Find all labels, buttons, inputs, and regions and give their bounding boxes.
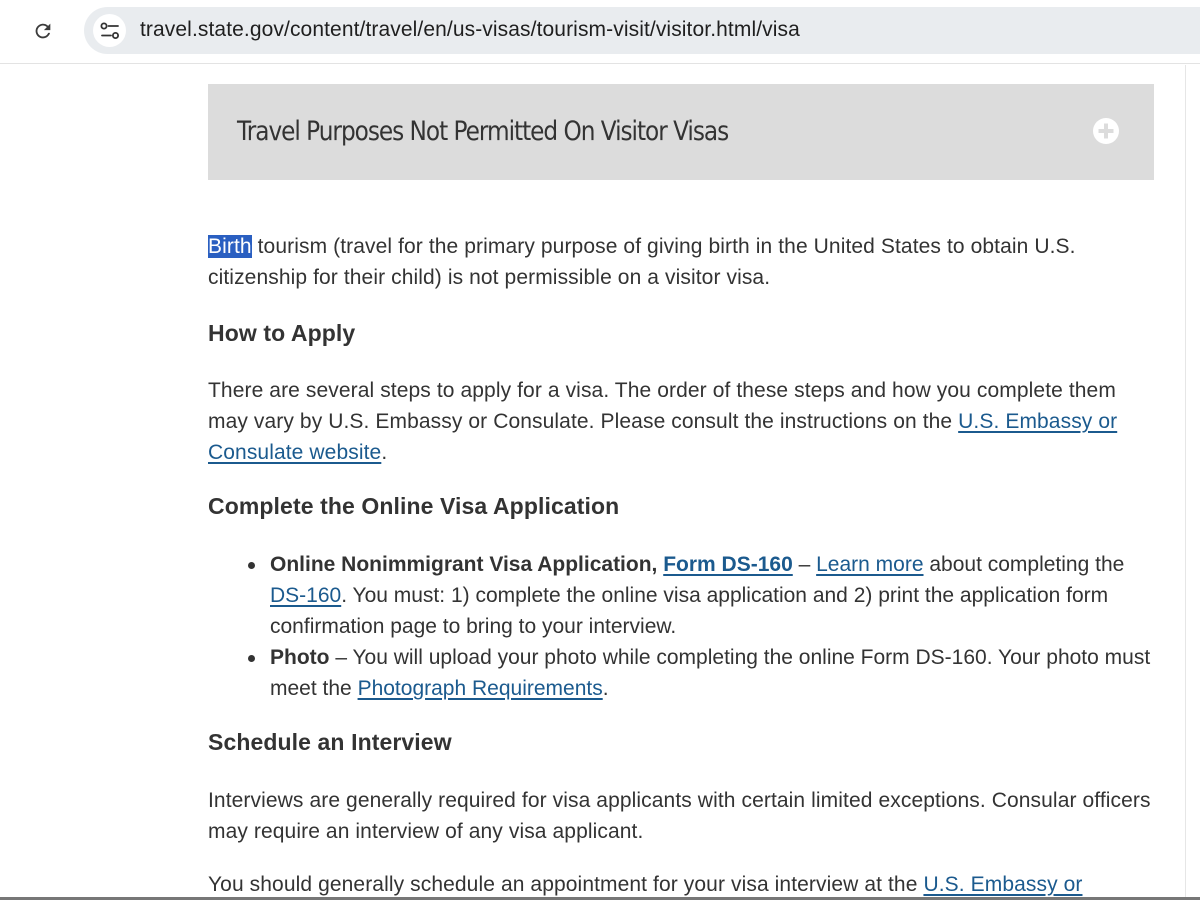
photograph-requirements-link[interactable]: Photograph Requirements: [358, 677, 603, 700]
birth-tourism-text: tourism (travel for the primary purpose …: [208, 235, 1076, 289]
application-steps-list: Online Nonimmigrant Visa Application, Fo…: [248, 549, 1160, 704]
ds160-text: . You must: 1) complete the online visa …: [270, 584, 1109, 638]
how-to-apply-paragraph: There are several steps to apply for a v…: [208, 375, 1158, 468]
birth-tourism-paragraph: Birth tourism (travel for the primary pu…: [208, 231, 1158, 293]
url-text[interactable]: travel.state.gov/content/travel/en/us-vi…: [140, 18, 800, 42]
interview-paragraph: Interviews are generally required for vi…: [208, 789, 1151, 843]
how-to-apply-end: .: [381, 441, 388, 464]
heading-how-to-apply: How to Apply: [208, 320, 356, 346]
reload-button[interactable]: [28, 16, 58, 46]
tune-icon: [100, 22, 119, 39]
site-info-button[interactable]: [93, 14, 126, 47]
browser-toolbar: travel.state.gov/content/travel/en/us-vi…: [0, 0, 1200, 64]
heading-schedule-interview: Schedule an Interview: [208, 729, 452, 755]
ds160-dash: –: [792, 553, 817, 576]
ds160-link[interactable]: DS-160: [270, 584, 341, 607]
accordion-title: Travel Purposes Not Permitted On Visitor…: [237, 116, 729, 147]
ds160-bold-label: Online Nonimmigrant Visa Application,: [270, 553, 664, 576]
ds160-mid-text: about completing the: [923, 553, 1125, 576]
heading-complete-application: Complete the Online Visa Application: [208, 493, 620, 519]
reload-icon: [35, 23, 51, 39]
vertical-scrollbar[interactable]: [1185, 65, 1200, 900]
page-content: Travel Purposes Not Permitted On Visitor…: [0, 65, 1200, 900]
plus-circle-icon[interactable]: [1092, 117, 1120, 145]
form-ds160-link[interactable]: Form DS-160: [663, 553, 793, 576]
schedule-paragraph: You should generally schedule an appoint…: [208, 869, 1158, 900]
list-item-ds160: Online Nonimmigrant Visa Application, Fo…: [248, 549, 1160, 642]
list-item-photo: Photo – You will upload your photo while…: [248, 642, 1160, 704]
embassy-link-bottom[interactable]: U.S. Embassy or: [923, 873, 1082, 896]
photo-bold-label: Photo: [270, 646, 330, 669]
schedule-text: You should generally schedule an appoint…: [208, 873, 924, 896]
address-bar[interactable]: travel.state.gov/content/travel/en/us-vi…: [84, 7, 1200, 54]
accordion-travel-purposes[interactable]: Travel Purposes Not Permitted On Visitor…: [208, 84, 1154, 180]
selected-word: Birth: [208, 235, 252, 258]
photo-end: .: [602, 677, 609, 700]
learn-more-link[interactable]: Learn more: [816, 553, 923, 576]
